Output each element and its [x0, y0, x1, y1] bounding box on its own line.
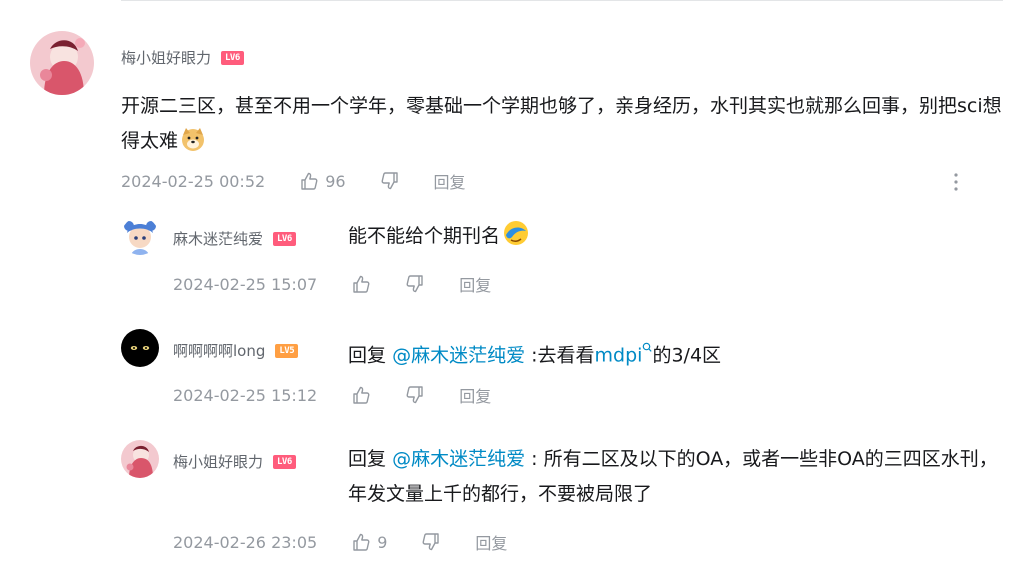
doge-emoji [180, 126, 206, 164]
reply-username-row: 啊啊啊啊long LV5 [173, 340, 299, 361]
reply-button[interactable]: 回复 [434, 169, 466, 193]
reply-info: 2024-02-25 15:12 回复 [173, 383, 491, 407]
level-badge: LV6 [273, 454, 296, 469]
like-count: 96 [325, 171, 346, 191]
dislike-button[interactable] [380, 171, 400, 191]
avatar-image [121, 440, 159, 478]
timestamp: 2024-02-25 00:52 [121, 171, 266, 191]
like-count: 9 [377, 532, 388, 552]
thumb-up-icon [353, 275, 370, 293]
reply-text: 能不能给个期刊名 [348, 219, 1003, 259]
top-divider [121, 0, 1003, 1]
thumb-down-icon [406, 275, 423, 293]
reply-info: 2024-02-25 15:07 回复 [173, 272, 491, 296]
reply-button[interactable]: 回复 [475, 530, 507, 554]
timestamp: 2024-02-26 23:05 [173, 532, 318, 552]
like-button[interactable]: 96 [299, 171, 346, 191]
reply-button[interactable]: 回复 [459, 272, 491, 296]
username[interactable]: 啊啊啊啊long [173, 340, 265, 361]
thumb-down-icon [406, 386, 423, 404]
username[interactable]: 梅小姐好眼力 [121, 47, 211, 68]
more-options-button[interactable] [946, 171, 966, 193]
reply-button[interactable]: 回复 [459, 383, 491, 407]
comment-info: 2024-02-25 00:52 96 回复 [121, 169, 466, 193]
thumb-up-icon [353, 533, 370, 551]
reply-prefix: 回复 [348, 448, 387, 470]
avatar[interactable] [30, 31, 94, 95]
dislike-button[interactable] [421, 532, 441, 552]
timestamp: 2024-02-25 15:07 [173, 274, 318, 294]
avatar-image [121, 217, 159, 255]
avatar-image [30, 31, 94, 95]
dislike-button[interactable] [405, 385, 425, 405]
username[interactable]: 麻木迷茫纯爱 [173, 228, 263, 249]
level-badge: LV6 [221, 50, 244, 65]
thumb-down-icon [381, 172, 398, 190]
thumb-up-icon [353, 386, 370, 404]
reply-avatar[interactable] [121, 440, 159, 478]
level-badge: LV5 [275, 343, 299, 358]
mention-link[interactable]: @麻木迷茫纯爱 [392, 344, 525, 366]
level-badge: LV6 [273, 231, 296, 246]
like-button[interactable] [351, 385, 371, 405]
reply-info: 2024-02-26 23:05 9 回复 [173, 530, 507, 554]
reply-text: 回复 @麻木迷茫纯爱 :去看看mdpi 的3/4区 [348, 331, 1003, 373]
reply-body: 能不能给个期刊名 [348, 225, 501, 247]
search-icon[interactable] [642, 339, 653, 358]
reply-avatar[interactable] [121, 217, 159, 255]
comment-text: 开源二三区，甚至不用一个学年，零基础一个学期也够了，亲身经历，水刊其实也就那么回… [121, 89, 1003, 164]
reply-prefix: 回复 [348, 344, 387, 367]
mention-link[interactable]: @麻木迷茫纯爱 [392, 448, 525, 470]
like-button[interactable] [351, 274, 371, 294]
reply-username-row: 麻木迷茫纯爱 LV6 [173, 228, 296, 249]
like-button[interactable]: 9 [351, 532, 387, 552]
thumb-up-icon [301, 172, 318, 190]
avatar-image [121, 329, 159, 367]
dislike-button[interactable] [405, 274, 425, 294]
reply-username-row: 梅小姐好眼力 LV6 [173, 451, 296, 472]
reply-body: :去看看 [531, 344, 595, 367]
reply-avatar[interactable] [121, 329, 159, 367]
comment-body: 开源二三区，甚至不用一个学年，零基础一个学期也够了，亲身经历，水刊其实也就那么回… [121, 95, 1002, 152]
timestamp: 2024-02-25 15:12 [173, 385, 318, 405]
reply-text: 回复 @麻木迷茫纯爱 : 所有二区及以下的OA，或者一些非OA的三四区水刊，年发… [348, 442, 1003, 512]
username[interactable]: 梅小姐好眼力 [173, 451, 263, 472]
comment-username-row: 梅小姐好眼力 LV6 [121, 47, 244, 68]
thumb-down-icon [422, 533, 440, 551]
more-dots-icon [954, 173, 958, 191]
search-keyword-link[interactable]: mdpi [595, 344, 643, 366]
facepalm-emoji [502, 219, 530, 259]
reply-body-tail: 的3/4区 [652, 344, 722, 367]
